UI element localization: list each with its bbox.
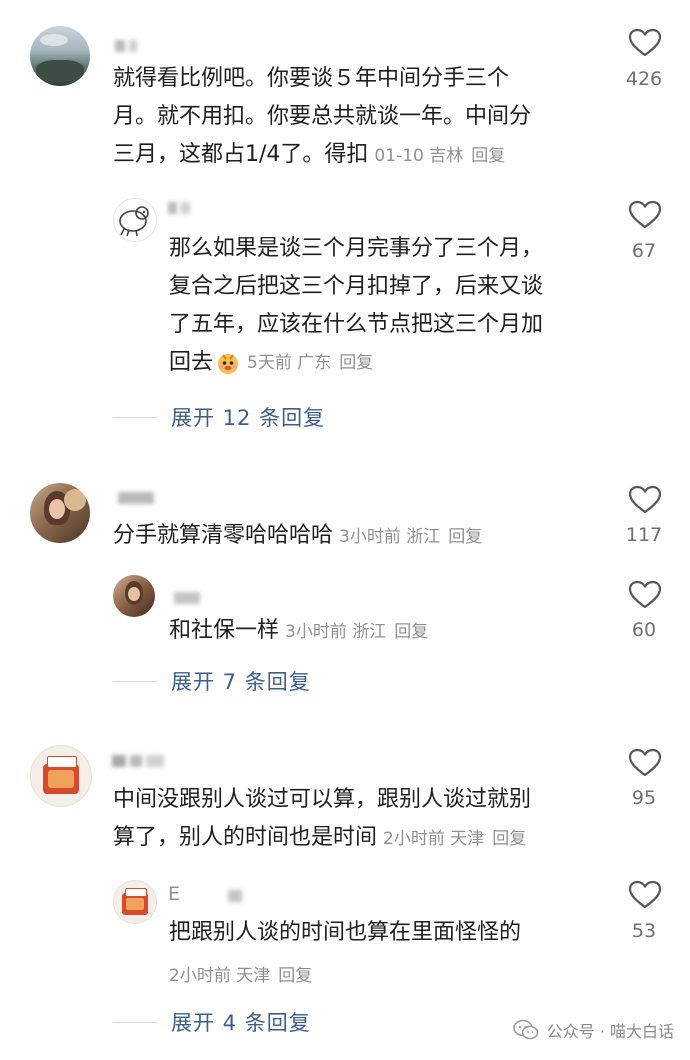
like-count: 53 bbox=[631, 920, 657, 942]
comment-meta: 01-10 吉林 回复 bbox=[374, 146, 506, 166]
heart-icon[interactable] bbox=[628, 28, 662, 58]
like-count: 67 bbox=[631, 240, 657, 262]
divider bbox=[113, 416, 157, 418]
avatar[interactable] bbox=[113, 198, 157, 242]
avatar[interactable] bbox=[113, 880, 157, 924]
username-blurred[interactable] bbox=[115, 40, 141, 54]
username-blurred[interactable] bbox=[112, 755, 168, 769]
comment-meta: 2小时前 天津 回复 bbox=[383, 829, 527, 849]
expand-replies-button[interactable]: 展开 7 条回复 bbox=[113, 666, 311, 696]
heart-icon[interactable] bbox=[628, 200, 662, 230]
emoji-icon bbox=[215, 350, 241, 376]
comment-text: 就得看比例吧。你要谈５年中间分手三个 月。就不用扣。你要总共就谈一年。中间分 三… bbox=[113, 66, 532, 167]
heart-icon[interactable] bbox=[628, 580, 662, 610]
username-blurred[interactable] bbox=[174, 592, 204, 606]
reply-button[interactable]: 回复 bbox=[339, 353, 373, 373]
reply-button[interactable]: 回复 bbox=[471, 146, 505, 166]
heart-icon[interactable] bbox=[628, 485, 662, 515]
like-count: 117 bbox=[625, 524, 663, 546]
expand-replies-button[interactable]: 展开 4 条回复 bbox=[113, 1007, 311, 1037]
avatar[interactable] bbox=[113, 575, 155, 617]
username-blurred[interactable] bbox=[168, 202, 194, 216]
comment-text: 把跟别人谈的时间也算在里面怪怪的 bbox=[169, 920, 522, 945]
expand-replies-label[interactable]: 展开 4 条回复 bbox=[171, 1007, 311, 1037]
reply-button[interactable]: 回复 bbox=[448, 527, 482, 547]
expand-replies-button[interactable]: 展开 12 条回复 bbox=[113, 402, 325, 432]
divider bbox=[113, 680, 157, 682]
avatar[interactable] bbox=[30, 483, 90, 543]
heart-icon[interactable] bbox=[628, 880, 662, 910]
expand-replies-label[interactable]: 展开 12 条回复 bbox=[171, 402, 325, 432]
comment-meta: 5天前 广东 回复 bbox=[247, 353, 374, 373]
like-count: 60 bbox=[631, 619, 657, 641]
avatar[interactable] bbox=[30, 26, 90, 86]
like-count: 95 bbox=[631, 787, 657, 809]
expand-replies-label[interactable]: 展开 7 条回复 bbox=[171, 666, 311, 696]
comment-meta: 2小时前 天津 回复 bbox=[169, 966, 313, 986]
comment-meta: 3小时前 浙江 回复 bbox=[285, 622, 429, 642]
like-count: 426 bbox=[625, 68, 663, 90]
divider bbox=[113, 1021, 157, 1023]
comment-text: 那么如果是谈三个月完事分了三个月， 复合之后把这三个月扣掉了，后来又谈 了五年，… bbox=[169, 230, 543, 382]
reply-button[interactable]: 回复 bbox=[492, 829, 526, 849]
comment-text: 中间没跟别人谈过可以算，跟别人谈过就别 算了，别人的时间也是时间 2小时前 天津回… bbox=[113, 787, 532, 850]
username-blurred[interactable] bbox=[228, 890, 246, 904]
watermark: 公众号 · 喵大白话 bbox=[512, 1018, 674, 1042]
username[interactable]: E bbox=[168, 883, 180, 905]
reply-button[interactable]: 回复 bbox=[394, 622, 428, 642]
heart-icon[interactable] bbox=[628, 748, 662, 778]
username-blurred[interactable] bbox=[118, 492, 158, 506]
comment-text: 和社保一样 3小时前 浙江 回复 bbox=[169, 618, 429, 643]
avatar[interactable] bbox=[30, 745, 92, 807]
comment-text: 分手就算清零哈哈哈哈 3小时前 浙江 回复 bbox=[113, 523, 483, 548]
comment-meta: 3小时前 浙江 回复 bbox=[339, 527, 483, 547]
reply-button[interactable]: 回复 bbox=[278, 966, 312, 986]
wechat-icon bbox=[512, 1019, 539, 1040]
watermark-text: 公众号 · 喵大白话 bbox=[546, 1022, 674, 1041]
